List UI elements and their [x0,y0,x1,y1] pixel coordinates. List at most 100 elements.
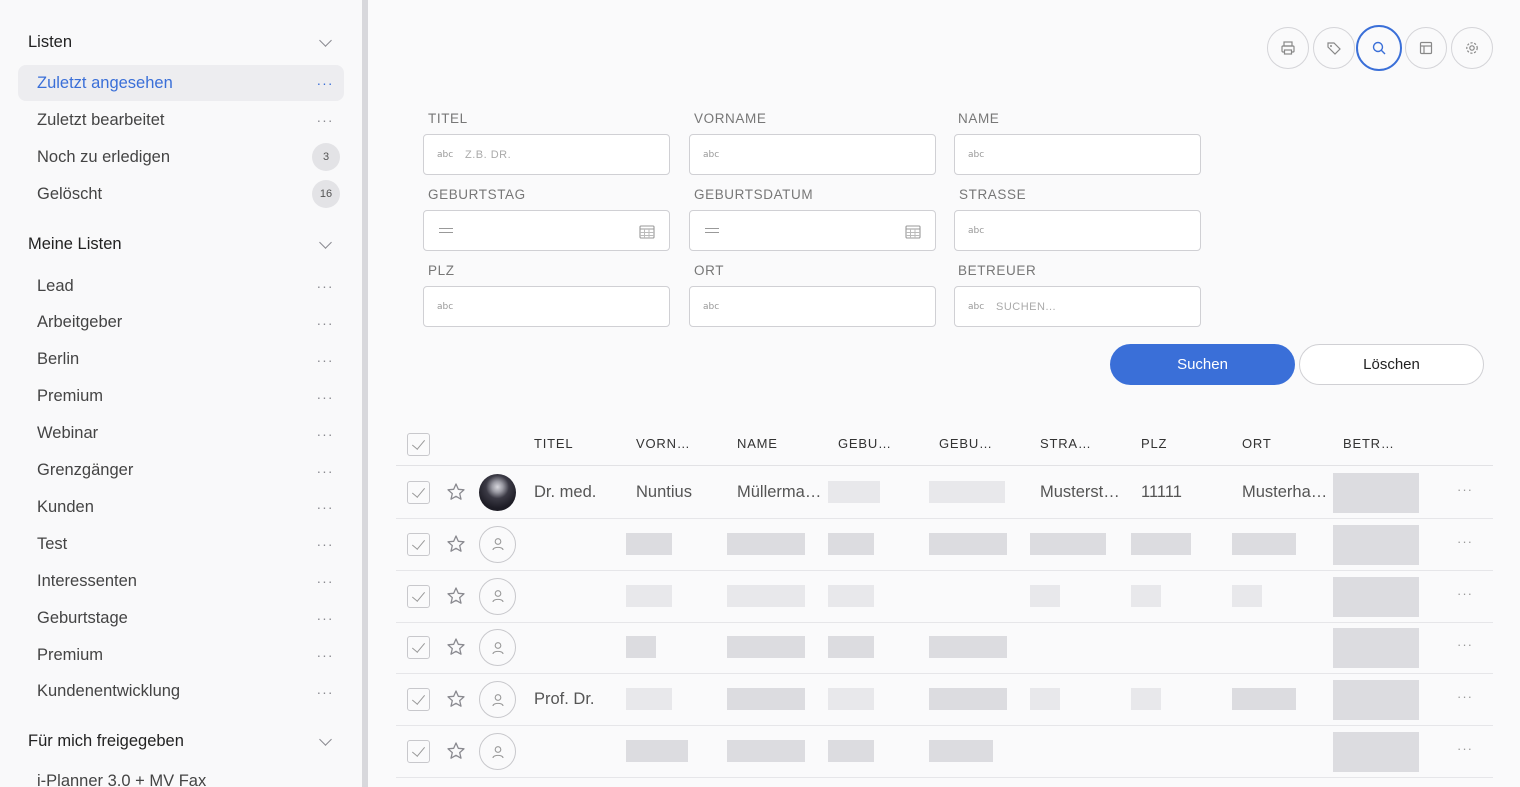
star-icon[interactable] [446,741,466,761]
settings-button[interactable] [1451,27,1493,69]
row-more-icon[interactable]: ··· [1457,482,1473,497]
column-header[interactable]: BETR… [1343,436,1395,451]
more-icon[interactable]: ··· [312,426,338,442]
layout-button[interactable] [1405,27,1447,69]
sidebar-item-noch-zu-erledigen[interactable]: Noch zu erledigen 3 [18,139,344,175]
vorname-field[interactable]: abc [689,134,936,175]
sidebar-item-premium[interactable]: Premium ··· [18,379,344,415]
calendar-icon[interactable] [905,224,921,239]
row-more-icon[interactable]: ··· [1457,741,1473,756]
more-icon[interactable]: ··· [312,352,338,368]
more-icon[interactable]: ··· [312,389,338,405]
column-header[interactable]: GEBU… [939,436,993,451]
column-header[interactable]: STRA… [1040,436,1092,451]
sidebar-item-test[interactable]: Test ··· [18,526,344,562]
star-icon[interactable] [446,482,466,502]
sidebar-item-label: i-Planner 3.0 + MV Fax [37,771,207,787]
more-icon[interactable]: ··· [312,647,338,663]
row-checkbox[interactable] [407,688,430,712]
sidebar-item-webinar[interactable]: Webinar ··· [18,416,344,452]
select-all-checkbox[interactable] [407,433,430,456]
print-button[interactable] [1267,27,1309,69]
more-icon[interactable]: ··· [312,463,338,479]
row-checkbox[interactable] [407,532,430,556]
table-row[interactable]: ··· [396,726,1493,778]
sidebar-item-premium[interactable]: Premium ··· [18,637,344,673]
sidebar-item-iplanner[interactable]: i-Planner 3.0 + MV Fax [18,763,344,787]
row-more-icon[interactable]: ··· [1457,689,1473,704]
search-submit-button[interactable]: Suchen [1110,344,1295,385]
table-row[interactable]: ··· [396,622,1493,675]
more-icon[interactable]: ··· [312,112,338,128]
sidebar-item-lead[interactable]: Lead ··· [18,268,344,304]
label-geburtsdatum: GEBURTSDATUM [694,187,814,202]
sidebar-item-grenzgänger[interactable]: Grenzgänger ··· [18,453,344,489]
star-icon[interactable] [446,689,466,709]
more-icon[interactable]: ··· [312,75,338,91]
star-icon[interactable] [446,534,466,554]
row-more-icon[interactable]: ··· [1457,637,1473,652]
chevron-down-icon[interactable] [318,733,334,749]
avatar[interactable] [479,474,516,511]
more-icon[interactable]: ··· [312,536,338,552]
strasse-field[interactable]: abc [954,210,1201,251]
chevron-down-icon[interactable] [318,34,334,50]
column-header[interactable]: PLZ [1141,436,1167,451]
column-header[interactable]: TITEL [534,436,573,451]
titel-field[interactable]: abc Z.B. DR. [423,134,670,175]
table-row[interactable]: ··· [396,519,1493,571]
sidebar-item-zuletzt-bearbeitet[interactable]: Zuletzt bearbeitet ··· [18,102,344,138]
clear-button[interactable]: Löschen [1299,344,1484,385]
avatar[interactable] [479,733,516,770]
column-header[interactable]: VORN… [636,436,691,451]
sidebar-item-kunden[interactable]: Kunden ··· [18,489,344,525]
row-checkbox[interactable] [407,584,430,608]
sidebar-item-kundenentwicklung[interactable]: Kundenentwicklung ··· [18,674,344,710]
plz-field[interactable]: abc [423,286,670,327]
section-header-listen[interactable]: Listen [28,30,334,54]
betreuer-field[interactable]: abc SUCHEN... [954,286,1201,327]
row-checkbox[interactable] [407,740,430,763]
star-icon[interactable] [446,586,466,606]
sidebar-item-zuletzt-angesehen[interactable]: Zuletzt angesehen ··· [18,65,344,101]
name-field[interactable]: abc [954,134,1201,175]
equals-operator-icon[interactable] [439,228,453,233]
search-button[interactable] [1356,25,1402,71]
row-more-icon[interactable]: ··· [1457,534,1473,549]
more-icon[interactable]: ··· [312,610,338,626]
table-row[interactable]: ··· [396,571,1493,623]
avatar[interactable] [479,577,516,615]
column-header[interactable]: NAME [737,436,778,451]
geburtstag-field[interactable] [423,210,670,251]
row-more-icon[interactable]: ··· [1457,586,1473,601]
tag-button[interactable] [1313,27,1355,69]
more-icon[interactable]: ··· [312,573,338,589]
row-checkbox[interactable] [407,481,430,504]
label-vorname: VORNAME [694,111,767,126]
section-header-meine-listen[interactable]: Meine Listen [28,232,334,256]
more-icon[interactable]: ··· [312,315,338,331]
sidebar-item-interessenten[interactable]: Interessenten ··· [18,563,344,599]
sidebar-item-arbeitgeber[interactable]: Arbeitgeber ··· [18,305,344,341]
table-row[interactable]: Dr. med. Nuntius Müllerma… Musterst… 11111 Mu… [396,467,1493,519]
equals-operator-icon[interactable] [705,228,719,233]
calendar-icon[interactable] [639,224,655,239]
sidebar-item-geburtstage[interactable]: Geburtstage ··· [18,600,344,636]
row-checkbox[interactable] [407,636,430,660]
column-header[interactable]: ORT [1242,436,1272,451]
geburtsdatum-field[interactable] [689,210,936,251]
sidebar-item-geloescht[interactable]: Gelöscht 16 [18,176,344,212]
avatar[interactable] [479,681,516,719]
more-icon[interactable]: ··· [312,499,338,515]
ort-field[interactable]: abc [689,286,936,327]
section-header-freigegeben[interactable]: Für mich freigegeben [28,729,334,753]
table-row[interactable]: Prof. Dr. ··· [396,674,1493,727]
more-icon[interactable]: ··· [312,684,338,700]
avatar[interactable] [479,629,516,667]
avatar[interactable] [479,525,516,563]
column-header[interactable]: GEBU… [838,436,892,451]
sidebar-item-berlin[interactable]: Berlin ··· [18,342,344,378]
chevron-down-icon[interactable] [318,236,334,252]
star-icon[interactable] [446,637,466,657]
more-icon[interactable]: ··· [312,278,338,294]
